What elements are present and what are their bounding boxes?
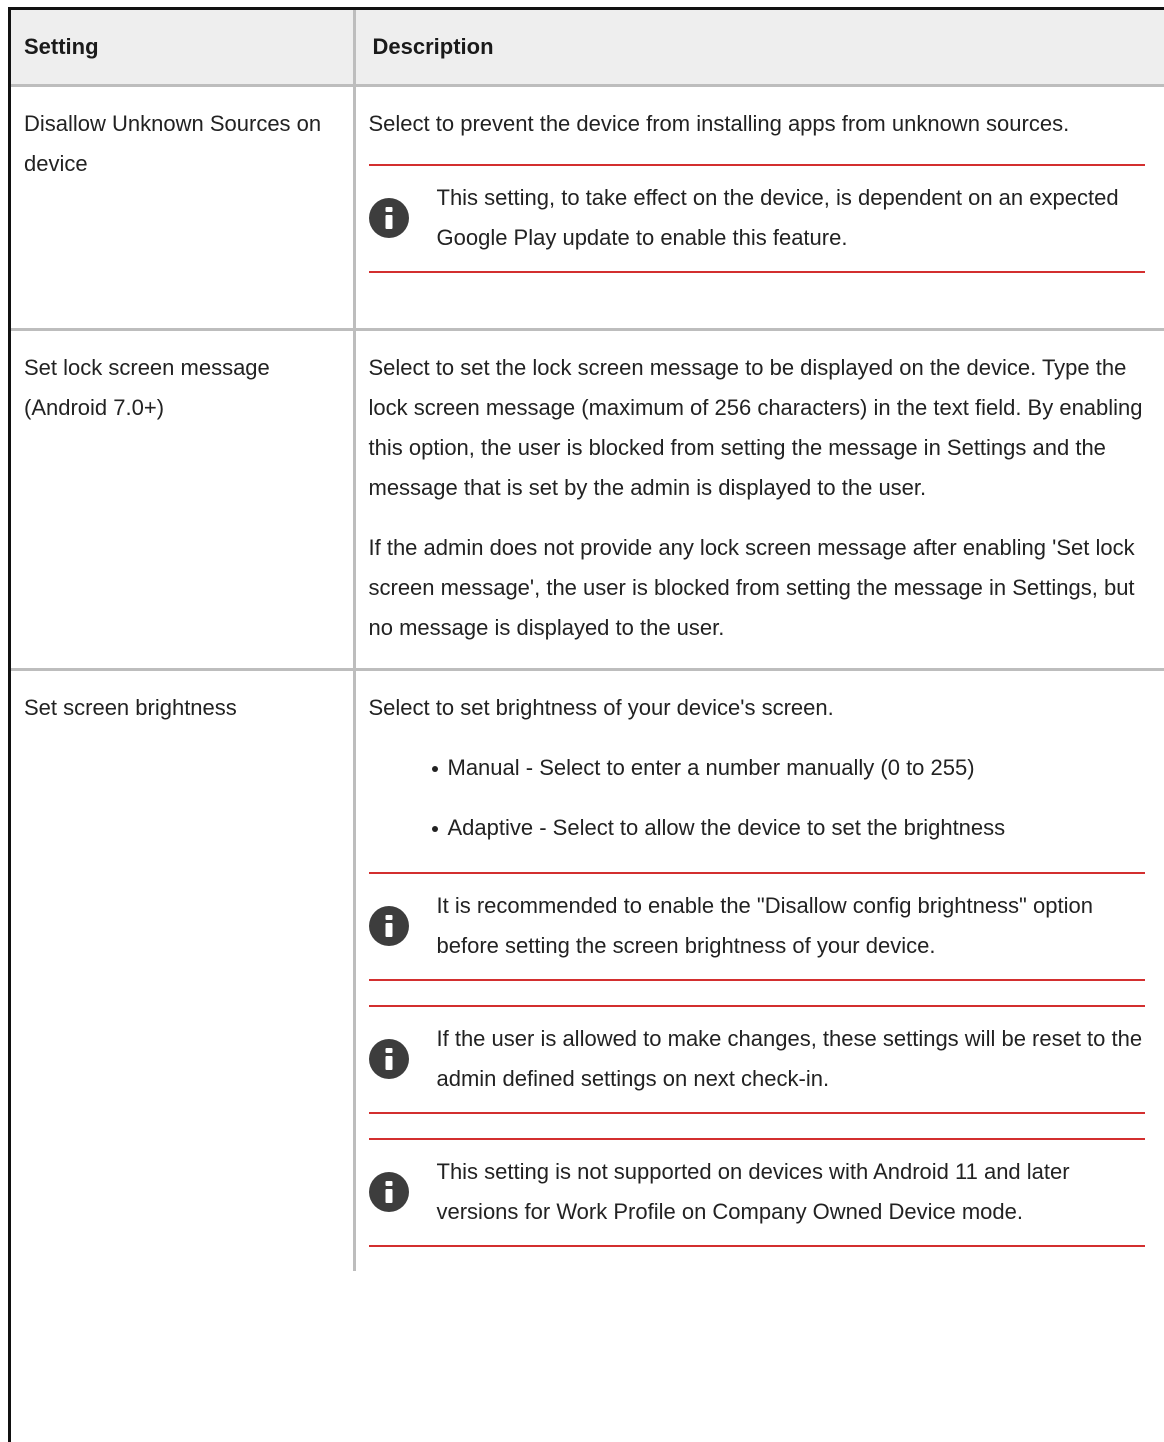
setting-name: Set screen brightness (24, 695, 237, 720)
note-box: If the user is allowed to make changes, … (368, 1005, 1145, 1114)
note-box: It is recommended to enable the "Disallo… (368, 872, 1145, 981)
info-icon (368, 1039, 409, 1079)
note-text: If the user is allowed to make changes, … (436, 1026, 1143, 1091)
bullet-list: Manual - Select to enter a number manual… (369, 748, 1146, 848)
note-box: This setting, to take effect on the devi… (368, 164, 1145, 273)
info-icon (368, 198, 409, 238)
note-text: This setting, to take effect on the devi… (436, 185, 1119, 250)
setting-name: Disallow Unknown Sources on device (24, 111, 322, 176)
header-description: Description (352, 10, 1164, 87)
setting-description: Select to set brightness of your device'… (352, 669, 1164, 1271)
document-page: Setting Description Disallow Unknown Sou… (8, 7, 1164, 1442)
info-icon (368, 1172, 409, 1212)
table-row: Set screen brightness Select to set brig… (11, 669, 1164, 1271)
note-box: This setting is not supported on devices… (368, 1138, 1145, 1247)
setting-description: Select to prevent the device from instal… (352, 85, 1164, 330)
description-paragraph: Select to prevent the device from instal… (368, 111, 1070, 136)
note-text: This setting is not supported on devices… (436, 1159, 1070, 1224)
note-text: It is recommended to enable the "Disallo… (436, 893, 1093, 958)
description-paragraph: If the admin does not provide any lock s… (368, 535, 1135, 640)
description-paragraph: Select to set brightness of your device'… (368, 695, 834, 720)
table-row: Disallow Unknown Sources on device Selec… (11, 85, 1164, 330)
bullet-item: Manual - Select to enter a number manual… (369, 748, 1146, 788)
setting-description: Select to set the lock screen message to… (352, 329, 1164, 670)
table-row: Set lock screen message (Android 7.0+) S… (11, 329, 1164, 670)
header-setting: Setting (11, 10, 354, 87)
table-header-row: Setting Description (11, 10, 1164, 87)
info-icon (368, 906, 409, 946)
bullet-item: Adaptive - Select to allow the device to… (369, 808, 1146, 848)
description-paragraph: Select to set the lock screen message to… (368, 355, 1143, 500)
settings-table: Setting Description Disallow Unknown Sou… (11, 10, 1164, 1271)
setting-name: Set lock screen message (Android 7.0+) (24, 355, 270, 420)
